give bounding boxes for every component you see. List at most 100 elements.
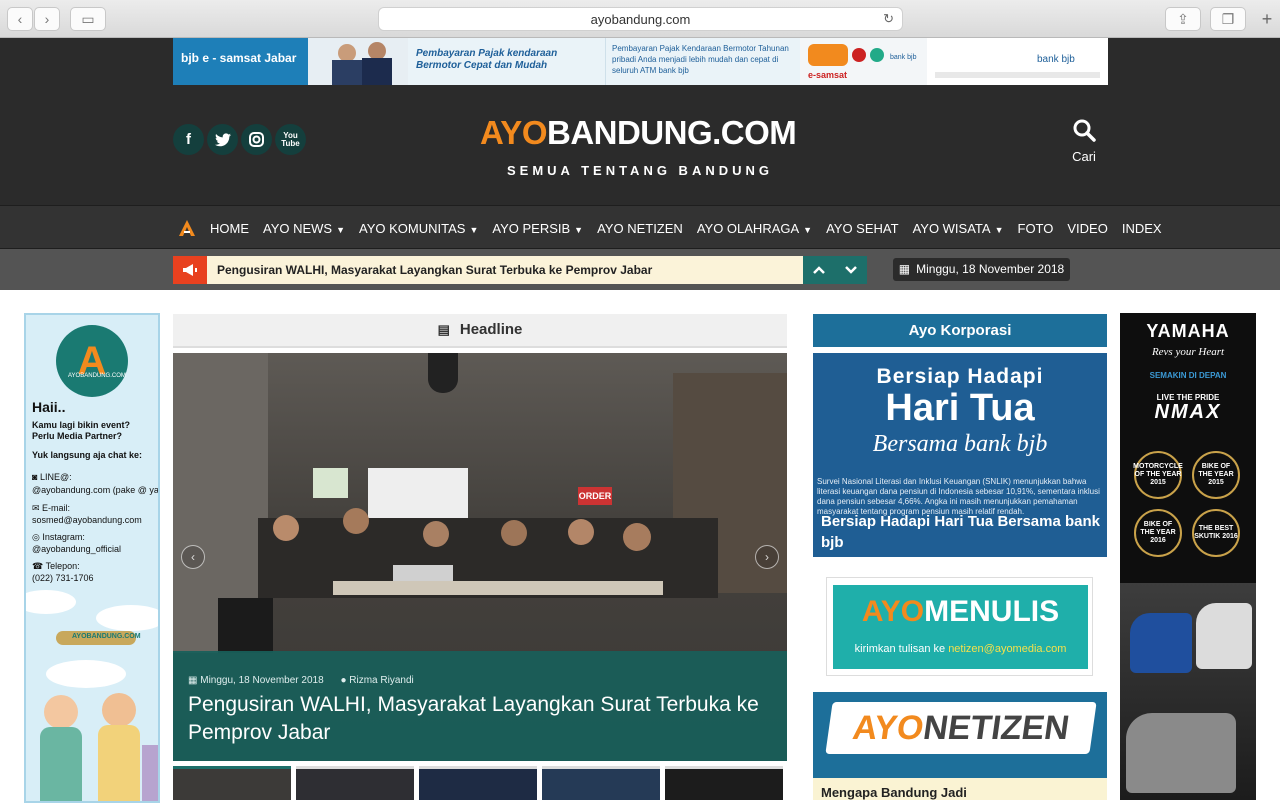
left-ad-line3: Yuk langsung aja chat ke: <box>32 450 143 460</box>
photo-frame <box>313 468 348 498</box>
korporasi-feature[interactable]: Bersiap Hadapi Hari Tua Bersama bank bjb… <box>813 353 1107 557</box>
search-button[interactable]: Cari <box>1063 118 1105 164</box>
nav-item-label: AYO PERSIB <box>492 220 571 236</box>
left-ad-ig-value: @ayobandung_official <box>32 544 122 554</box>
main-nav: HOME AYO NEWS ▼ AYO KOMUNITAS ▼ AYO PERSIB ▼ AY… <box>0 205 1280 249</box>
ticker-up-button[interactable] <box>803 256 835 284</box>
address-bar[interactable]: ayobandung.com ↻ <box>378 7 903 31</box>
social-links: f You Tube <box>173 124 306 155</box>
bjb-mini-label: bank bjb <box>890 54 917 61</box>
nav-item-home[interactable]: HOME <box>210 221 249 236</box>
photo-lamp <box>428 353 458 393</box>
sidebar-toggle-icon[interactable]: ▭ <box>70 7 106 31</box>
cloud-decoration <box>96 605 158 631</box>
building-decoration <box>142 745 158 801</box>
site-tagline: SEMUA TENTANG BANDUNG <box>507 163 773 178</box>
megaphone-icon <box>173 256 207 284</box>
nav-item-foto[interactable]: FOTO <box>1018 221 1054 236</box>
nav-item-label: HOME <box>210 220 249 236</box>
left-ad-greeting: Haii.. <box>32 399 66 415</box>
chevron-down-icon: ▼ <box>803 224 813 235</box>
nav-item-label: AYO OLAHRAGA <box>696 220 800 236</box>
youtube-icon[interactable]: You Tube <box>275 124 306 155</box>
facebook-icon[interactable]: f <box>173 124 204 155</box>
left-ad-line-value: @ayobandung.com (pake @ yaa) <box>32 485 160 495</box>
nav-item-video[interactable]: VIDEO <box>1067 221 1107 236</box>
instagram-icon[interactable] <box>241 124 272 155</box>
phone-icon: ☎ <box>32 561 46 571</box>
top-banner-ad[interactable]: bjb e - samsat Jabar Pembayaran Pajak ke… <box>173 38 1108 85</box>
ticker-headline[interactable]: Pengusiran WALHI, Masyarakat Layangkan S… <box>207 256 803 284</box>
share-icon[interactable]: ⇪ <box>1165 7 1201 31</box>
url-text: ayobandung.com <box>590 11 691 27</box>
nav-item-index[interactable]: INDEX <box>1122 221 1162 236</box>
nav-item-ayo-sehat[interactable]: AYO SEHAT <box>826 221 898 236</box>
nav-item-ayo-news[interactable]: AYO NEWS ▼ <box>263 221 345 236</box>
netizen-article-title[interactable]: Mengapa Bandung Jadi <box>813 778 1107 800</box>
scooter-white <box>1196 603 1252 669</box>
headline-section-title: ▤ Headline <box>173 314 787 348</box>
bankbjb-label: bank bjb <box>1037 54 1075 65</box>
left-side-ad[interactable]: A AYOBANDUNG.COM Haii.. Kamu lagi bikin … <box>24 313 160 803</box>
photo-face <box>343 508 369 534</box>
nav-item-label: AYO NETIZEN <box>597 220 683 236</box>
chevron-down-icon: ▼ <box>336 224 346 235</box>
twitter-icon[interactable] <box>207 124 238 155</box>
korporasi-h3: Bersama bank bjb <box>872 431 1048 457</box>
character-body <box>98 725 140 801</box>
photo-face <box>623 523 651 551</box>
headline-title[interactable]: Pengusiran WALHI, Masyarakat Layangkan S… <box>188 691 778 747</box>
thumbnail[interactable] <box>296 766 414 800</box>
forward-button[interactable]: › <box>34 7 60 31</box>
photo-speaker <box>218 598 273 653</box>
cloud-decoration <box>26 590 76 614</box>
nav-item-ayo-netizen[interactable]: AYO NETIZEN <box>597 221 683 236</box>
nav-item-label: AYO NEWS <box>263 220 333 236</box>
photo-face <box>568 519 594 545</box>
headline-caption[interactable]: ▦ Minggu, 18 November 2018 ● Rizma Riyan… <box>173 651 787 761</box>
slider-next-button[interactable]: › <box>755 545 779 569</box>
email-icon: ✉ <box>32 503 43 513</box>
headline-photo[interactable]: ORDER ‹ › ▦ Minggu, 18 November 2018 ● R… <box>173 353 787 761</box>
character-head <box>102 693 136 727</box>
banner-bjb-esamsat: bjb e - samsat Jabar <box>173 38 308 85</box>
menulis-logo: AYOMENULIS <box>833 595 1088 629</box>
character-head <box>44 695 78 729</box>
nav-item-ayo-olahraga[interactable]: AYO OLAHRAGA ▼ <box>697 221 812 236</box>
thumbnail[interactable] <box>542 766 660 800</box>
photo-order-sign: ORDER <box>578 487 612 505</box>
menulis-sub-text: kirimkan tulisan ke <box>854 643 949 655</box>
thumbnail[interactable] <box>419 766 537 800</box>
left-ad-line-label: LINE@: <box>39 472 72 482</box>
back-button[interactable]: ‹ <box>7 7 33 31</box>
yamaha-tagline: Revs your Heart <box>1151 346 1225 358</box>
korporasi-caption[interactable]: Bersiap Hadapi Hari Tua Bersama bank bjb <box>821 511 1101 553</box>
new-tab-icon[interactable]: + <box>1254 8 1280 30</box>
calendar-icon: ▦ <box>898 262 911 276</box>
current-date: ▦ Minggu, 18 November 2018 <box>893 258 1070 281</box>
nav-item-ayo-komunitas[interactable]: AYO KOMUNITAS ▼ <box>359 221 478 236</box>
thumbnail[interactable] <box>665 766 783 800</box>
netizen-logo: AYO NETIZEN <box>825 702 1097 754</box>
korporasi-section-title: Ayo Korporasi <box>813 314 1107 347</box>
reload-icon[interactable]: ↻ <box>883 11 894 27</box>
search-icon <box>1073 119 1096 142</box>
page: bjb e - samsat Jabar Pembayaran Pajak ke… <box>0 38 1280 803</box>
photo-face <box>273 515 299 541</box>
slider-prev-button[interactable]: ‹ <box>181 545 205 569</box>
headline-meta: ▦ Minggu, 18 November 2018 ● Rizma Riyan… <box>188 675 414 686</box>
ayo-menulis-ad[interactable]: AYOMENULIS kirimkan tulisan ke netizen@a… <box>826 577 1093 676</box>
site-logo[interactable]: AYOBANDUNG.COM <box>480 114 800 154</box>
nav-item-ayo-wisata[interactable]: AYO WISATA ▼ <box>913 221 1004 236</box>
headline-thumbnails <box>173 766 787 800</box>
tabs-icon[interactable]: ❐ <box>1210 7 1246 31</box>
banner-esamsat-logo: e-samsat bank bjb <box>800 38 927 85</box>
nav-item-ayo-persib[interactable]: AYO PERSIB ▼ <box>492 221 583 236</box>
ticker-down-button[interactable] <box>835 256 867 284</box>
thumbnail[interactable] <box>173 766 291 800</box>
ayo-netizen-feature[interactable]: AYO NETIZEN Mengapa Bandung Jadi <box>813 692 1107 800</box>
home-logo-icon[interactable] <box>178 219 196 237</box>
right-side-ad[interactable]: YAMAHA Revs your Heart SEMAKIN DI DEPAN … <box>1120 313 1256 800</box>
newspaper-icon: ▤ <box>437 322 450 337</box>
yamaha-semakin: SEMAKIN DI DEPAN <box>1149 371 1227 380</box>
